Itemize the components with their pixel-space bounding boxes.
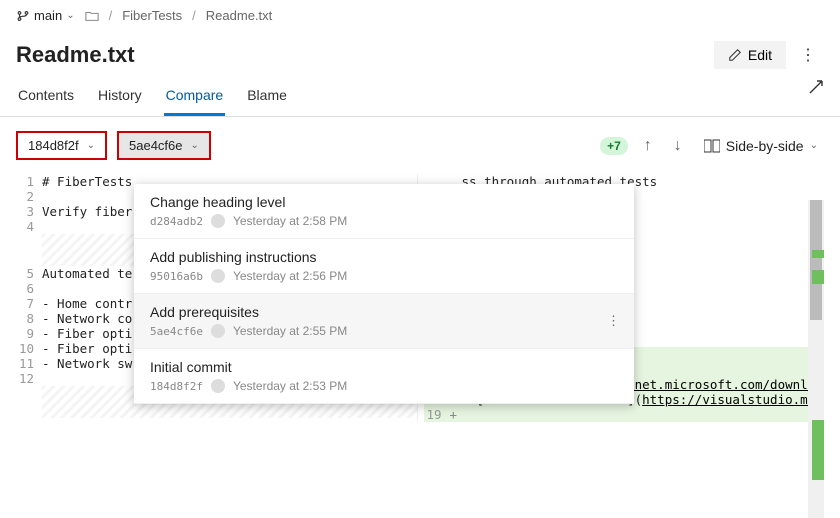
from-commit-selector[interactable]: 184d8f2f ⌄ — [16, 131, 107, 160]
commit-dropdown: Change heading level d284adb2 Yesterday … — [134, 184, 634, 404]
diff-line: 19+ — [424, 407, 825, 422]
tab-contents[interactable]: Contents — [16, 81, 76, 116]
line-number: 10 — [16, 341, 42, 356]
more-menu-button[interactable]: ⋮ — [792, 39, 824, 71]
commit-more-button[interactable]: ⋮ — [607, 313, 620, 329]
scrollbar-added-marker — [812, 250, 824, 258]
title-row: Readme.txt Edit ⋮ — [0, 31, 840, 75]
edit-button[interactable]: Edit — [714, 41, 786, 69]
commit-title: Add publishing instructions — [150, 249, 618, 265]
line-number: 1 — [16, 174, 42, 189]
commit-meta: 5ae4cf6e Yesterday at 2:55 PM — [150, 324, 618, 338]
commit-hash: 184d8f2f — [150, 380, 203, 393]
arrow-down-icon: ↓ — [674, 137, 682, 154]
avatar-icon — [211, 379, 225, 393]
to-commit-hash: 5ae4cf6e — [129, 138, 183, 153]
commit-time: Yesterday at 2:58 PM — [233, 214, 347, 228]
view-mode-selector[interactable]: Side-by-side ⌄ — [698, 134, 824, 158]
line-number: 4 — [16, 219, 42, 234]
scrollbar-added-marker — [812, 420, 824, 480]
line-number: 12 — [16, 371, 42, 386]
fullscreen-button[interactable] — [808, 79, 824, 95]
avatar-icon — [211, 269, 225, 283]
line-number: 2 — [16, 189, 42, 204]
breadcrumb-folder[interactable]: FiberTests — [122, 8, 182, 23]
commit-option[interactable]: Add prerequisites 5ae4cf6e Yesterday at … — [134, 294, 634, 349]
commit-option[interactable]: Add publishing instructions 95016a6b Yes… — [134, 239, 634, 294]
avatar-icon — [211, 214, 225, 228]
commit-time: Yesterday at 2:53 PM — [233, 379, 347, 393]
line-number: 11 — [16, 356, 42, 371]
chevron-down-icon: ⌄ — [66, 10, 74, 21]
tab-blame[interactable]: Blame — [245, 81, 289, 116]
from-commit-hash: 184d8f2f — [28, 138, 79, 153]
commit-hash: d284adb2 — [150, 215, 203, 228]
chevron-down-icon: ⌄ — [87, 140, 95, 151]
line-number: 8 — [16, 311, 42, 326]
breadcrumb-separator: / — [192, 8, 196, 23]
avatar-icon — [211, 324, 225, 338]
commit-option[interactable]: Change heading level d284adb2 Yesterday … — [134, 184, 634, 239]
chevron-down-icon: ⌄ — [810, 140, 818, 151]
breadcrumb-file[interactable]: Readme.txt — [206, 8, 272, 23]
arrow-up-icon: ↑ — [644, 137, 652, 154]
scrollbar-thumb[interactable] — [810, 200, 822, 320]
expand-icon — [808, 79, 824, 95]
line-code — [462, 407, 825, 422]
line-number: 5 — [16, 266, 42, 281]
next-diff-button[interactable]: ↓ — [668, 133, 688, 159]
branch-icon — [16, 9, 30, 23]
commit-title: Initial commit — [150, 359, 618, 375]
tab-compare[interactable]: Compare — [164, 81, 226, 116]
commit-time: Yesterday at 2:56 PM — [233, 269, 347, 283]
pencil-icon — [728, 48, 742, 62]
commit-time: Yesterday at 2:55 PM — [233, 324, 347, 338]
line-number: 9 — [16, 326, 42, 341]
line-number: 3 — [16, 204, 42, 219]
diff-count-badge: +7 — [600, 137, 628, 155]
view-mode-label: Side-by-side — [726, 138, 804, 154]
commit-hash: 95016a6b — [150, 270, 203, 283]
commit-meta: 184d8f2f Yesterday at 2:53 PM — [150, 379, 618, 393]
folder-icon[interactable] — [85, 9, 99, 23]
to-commit-selector[interactable]: 5ae4cf6e ⌄ — [117, 131, 211, 160]
more-vert-icon: ⋮ — [800, 47, 816, 64]
chevron-down-icon: ⌄ — [191, 140, 199, 151]
breadcrumb-separator: / — [109, 8, 113, 23]
commit-option[interactable]: Initial commit 184d8f2f Yesterday at 2:5… — [134, 349, 634, 404]
commit-meta: 95016a6b Yesterday at 2:56 PM — [150, 269, 618, 283]
page-title: Readme.txt — [16, 42, 714, 68]
edit-label: Edit — [748, 47, 772, 63]
commit-hash: 5ae4cf6e — [150, 325, 203, 338]
commit-meta: d284adb2 Yesterday at 2:58 PM — [150, 214, 618, 228]
line-number: 19 — [424, 407, 450, 422]
branch-name: main — [34, 8, 62, 23]
diff-marker: + — [450, 407, 462, 422]
branch-selector[interactable]: main ⌄ — [16, 8, 75, 23]
commit-title: Change heading level — [150, 194, 618, 210]
tab-history[interactable]: History — [96, 81, 144, 116]
line-number: 7 — [16, 296, 42, 311]
prev-diff-button[interactable]: ↑ — [638, 133, 658, 159]
compare-toolbar: 184d8f2f ⌄ 5ae4cf6e ⌄ +7 ↑ ↓ Side-by-sid… — [0, 117, 840, 174]
line-number: 6 — [16, 281, 42, 296]
tab-bar: Contents History Compare Blame — [0, 75, 840, 117]
diff-scrollbar[interactable] — [808, 200, 824, 518]
commit-title: Add prerequisites — [150, 304, 618, 320]
side-by-side-icon — [704, 139, 720, 153]
scrollbar-added-marker — [812, 270, 824, 284]
breadcrumb: main ⌄ / FiberTests / Readme.txt — [0, 0, 840, 31]
